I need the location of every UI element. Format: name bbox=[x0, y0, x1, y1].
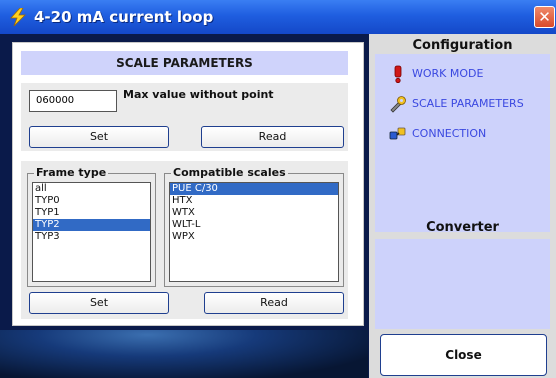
menu-label-scale-parameters: SCALE PARAMETERS bbox=[412, 97, 524, 110]
max-value-group: 060000 Max value without point Set Read bbox=[21, 83, 348, 151]
wrench-icon bbox=[390, 96, 406, 113]
compatible-scales-legend: Compatible scales bbox=[171, 166, 288, 179]
compatible-scales-list-item[interactable]: HTX bbox=[170, 195, 338, 207]
frame-type-list-item[interactable]: TYP1 bbox=[33, 207, 150, 219]
frame-read-button[interactable]: Read bbox=[204, 292, 344, 314]
compatible-scales-list-item[interactable]: WTX bbox=[170, 207, 338, 219]
frame-group: Frame type all TYP0 TYP1 TYP2 TYP3 Compatibl… bbox=[21, 161, 348, 319]
configuration-menu: WORK MODE SCALE PARAMETERS CONNECTION bbox=[375, 54, 550, 232]
frame-type-fieldset: Frame type all TYP0 TYP1 TYP2 TYP3 bbox=[27, 166, 156, 287]
menu-label-connection: CONNECTION bbox=[412, 127, 487, 140]
converter-title: Converter bbox=[426, 220, 499, 235]
frame-type-list[interactable]: all TYP0 TYP1 TYP2 TYP3 bbox=[32, 182, 151, 282]
compatible-scales-fieldset: Compatible scales PUE C/30 HTX WTX WLT-L WPX bbox=[164, 166, 344, 287]
compatible-scales-list-item[interactable]: WPX bbox=[170, 231, 338, 243]
main-panel: SCALE PARAMETERS 060000 Max value withou… bbox=[12, 42, 364, 326]
compatible-scales-list[interactable]: PUE C/30 HTX WTX WLT-L WPX bbox=[169, 182, 339, 282]
scale-parameters-header: SCALE PARAMETERS bbox=[21, 51, 348, 75]
right-sidebar: Configuration WORK MODE SCALE PARAMETERS bbox=[369, 34, 556, 378]
scale-read-button[interactable]: Read bbox=[201, 126, 344, 148]
frame-set-button[interactable]: Set bbox=[29, 292, 169, 314]
configuration-title: Configuration bbox=[412, 38, 513, 53]
menu-item-work-mode[interactable]: WORK MODE bbox=[375, 64, 550, 84]
window-close-button[interactable]: ✕ bbox=[534, 6, 555, 28]
title-bar[interactable]: 4-20 mA current loop ✕ bbox=[0, 0, 556, 34]
max-value-label: Max value without point bbox=[123, 88, 274, 101]
lightning-icon bbox=[10, 8, 26, 26]
plug-icon bbox=[389, 127, 406, 140]
menu-item-connection[interactable]: CONNECTION bbox=[375, 124, 550, 144]
max-value-input[interactable]: 060000 bbox=[29, 90, 117, 112]
frame-type-list-item[interactable]: all bbox=[33, 183, 150, 195]
background-art bbox=[0, 330, 368, 378]
frame-type-list-item[interactable]: TYP3 bbox=[33, 231, 150, 243]
close-button[interactable]: Close bbox=[380, 334, 547, 376]
compatible-scales-list-item[interactable]: WLT-L bbox=[170, 219, 338, 231]
app-window: 4-20 mA current loop ✕ SCALE PARAMETERS … bbox=[0, 0, 556, 378]
exclamation-icon bbox=[394, 65, 402, 83]
menu-label-work-mode: WORK MODE bbox=[412, 67, 484, 80]
frame-type-legend: Frame type bbox=[34, 166, 109, 179]
compatible-scales-list-item[interactable]: PUE C/30 bbox=[170, 183, 338, 195]
window-title: 4-20 mA current loop bbox=[34, 8, 214, 26]
scale-set-button[interactable]: Set bbox=[29, 126, 169, 148]
menu-item-scale-parameters[interactable]: SCALE PARAMETERS bbox=[375, 94, 550, 114]
frame-type-list-item[interactable]: TYP0 bbox=[33, 195, 150, 207]
frame-type-list-item[interactable]: TYP2 bbox=[33, 219, 150, 231]
converter-panel bbox=[375, 239, 550, 329]
